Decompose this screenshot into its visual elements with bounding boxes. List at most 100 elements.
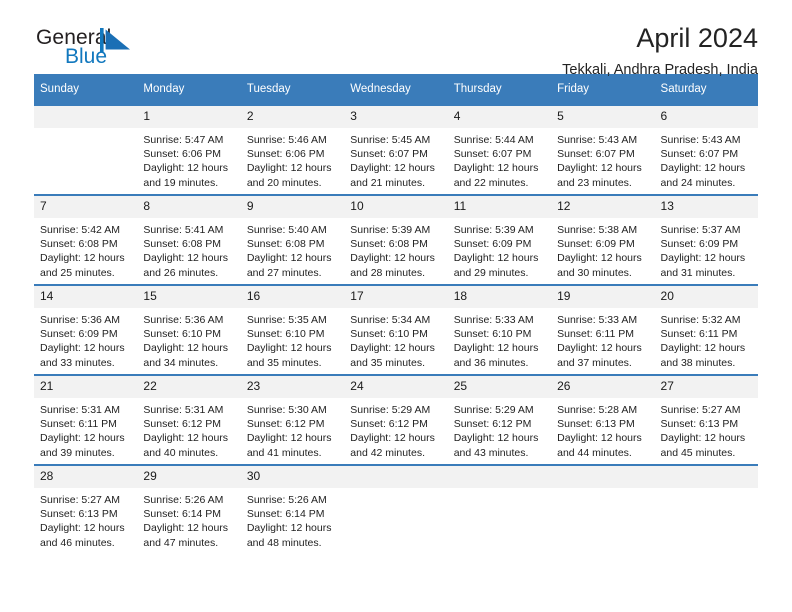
calendar-day-cell[interactable]: 24 Sunrise: 5:29 AM Sunset: 6:12 PM Dayligh… [344,374,448,465]
day-detail-line: Sunset: 6:12 PM [143,418,222,431]
day-detail-line: Daylight: 12 hours [557,432,642,445]
calendar-week-row: 14 Sunrise: 5:36 AM Sunset: 6:09 PM Dayligh… [34,284,758,375]
calendar-day-cell[interactable]: 22 Sunrise: 5:31 AM Sunset: 6:12 PM Dayligh… [137,374,241,465]
day-number: 28 [34,466,138,488]
calendar-day-cell[interactable]: 28 Sunrise: 5:27 AM Sunset: 6:13 PM Dayligh… [34,464,138,554]
calendar-day-cell[interactable]: 15 Sunrise: 5:36 AM Sunset: 6:10 PM Dayligh… [137,284,241,375]
day-detail-line: Sunset: 6:09 PM [40,328,118,341]
calendar-body: 1 Sunrise: 5:47 AM Sunset: 6:06 PM Daylight… [34,104,758,554]
day-detail-line: Daylight: 12 hours [660,342,746,355]
calendar-day-cell[interactable]: 9 Sunrise: 5:40 AM Sunset: 6:08 PM Daylight… [240,194,345,285]
day-sun-details: Sunrise: 5:39 AM Sunset: 6:08 PM Daylight:… [344,218,447,280]
calendar-day-cell[interactable]: 27 Sunrise: 5:27 AM Sunset: 6:13 PM Dayligh… [654,374,758,465]
day-sun-details: Sunrise: 5:42 AM Sunset: 6:08 PM Daylight:… [34,218,137,280]
day-detail-line: Sunset: 6:10 PM [453,328,532,341]
day-detail-line: Sunrise: 5:46 AM [246,134,327,146]
day-detail-line: Sunset: 6:06 PM [246,148,325,161]
day-detail-line: and 42 minutes. [350,446,425,459]
calendar-day-cell[interactable]: 23 Sunrise: 5:30 AM Sunset: 6:12 PM Dayligh… [240,374,345,465]
day-detail-line: Sunset: 6:09 PM [557,238,635,251]
day-detail-line: Daylight: 12 hours [40,432,125,445]
day-detail-line: Sunset: 6:10 PM [246,328,325,341]
day-detail-line: Daylight: 12 hours [143,342,229,355]
day-detail-line: Sunrise: 5:47 AM [143,134,224,146]
calendar-day-cell[interactable]: 17 Sunrise: 5:34 AM Sunset: 6:10 PM Dayligh… [344,284,448,375]
day-number: 16 [240,286,345,308]
calendar-day-cell[interactable]: 6 Sunrise: 5:43 AM Sunset: 6:07 PM Daylight… [654,104,758,195]
day-detail-line: Sunrise: 5:31 AM [40,404,120,416]
day-detail-line: Sunset: 6:14 PM [143,508,222,521]
calendar-table: Sunday Monday Tuesday Wednesday Thursday… [34,74,758,554]
day-detail-line: Sunrise: 5:26 AM [246,494,327,506]
calendar-day-cell[interactable]: 3 Sunrise: 5:45 AM Sunset: 6:07 PM Daylight… [344,104,448,195]
day-detail-line: Sunset: 6:09 PM [660,238,739,251]
day-detail-line: Daylight: 12 hours [143,162,229,175]
day-cell-inner: 25 Sunrise: 5:29 AM Sunset: 6:12 PM Dayligh… [447,376,552,464]
day-detail-line: Daylight: 12 hours [40,342,125,355]
day-detail-line: Sunset: 6:09 PM [453,238,532,251]
day-number: 13 [654,196,758,218]
calendar-day-cell[interactable]: 12 Sunrise: 5:38 AM Sunset: 6:09 PM Dayligh… [551,194,655,285]
day-sun-details: Sunrise: 5:37 AM Sunset: 6:09 PM Daylight:… [655,218,758,280]
day-number: 30 [240,466,345,488]
day-detail-line: Sunset: 6:11 PM [40,418,117,431]
calendar-day-cell[interactable]: 13 Sunrise: 5:37 AM Sunset: 6:09 PM Dayligh… [654,194,758,285]
calendar-day-cell[interactable]: 25 Sunrise: 5:29 AM Sunset: 6:12 PM Dayligh… [447,374,552,465]
day-number: 27 [654,376,758,398]
calendar-day-cell[interactable]: 18 Sunrise: 5:33 AM Sunset: 6:10 PM Dayligh… [447,284,552,375]
day-detail-line: Sunset: 6:08 PM [143,238,222,251]
day-detail-line: Daylight: 12 hours [40,522,125,535]
day-number [447,466,552,488]
calendar-day-cell[interactable]: 10 Sunrise: 5:39 AM Sunset: 6:08 PM Dayligh… [344,194,448,285]
day-cell-inner: 18 Sunrise: 5:33 AM Sunset: 6:10 PM Dayligh… [447,286,552,374]
calendar-day-cell[interactable]: 2 Sunrise: 5:46 AM Sunset: 6:06 PM Daylight… [240,104,345,195]
day-detail-line: Sunrise: 5:37 AM [660,224,741,236]
day-sun-details [655,488,758,493]
title-block: April 2024 Tekkali, Andhra Pradesh, Indi… [562,22,758,80]
day-sun-details: Sunrise: 5:31 AM Sunset: 6:11 PM Daylight:… [34,398,137,460]
day-detail-line: and 29 minutes. [453,266,529,279]
day-number: 22 [137,376,241,398]
day-number: 4 [447,106,552,128]
calendar-day-cell[interactable]: 14 Sunrise: 5:36 AM Sunset: 6:09 PM Dayligh… [34,284,138,375]
calendar-day-cell[interactable]: 21 Sunrise: 5:31 AM Sunset: 6:11 PM Dayligh… [34,374,138,465]
calendar-day-cell[interactable]: 8 Sunrise: 5:41 AM Sunset: 6:08 PM Daylight… [137,194,241,285]
day-detail-line: Daylight: 12 hours [143,522,229,535]
day-cell-inner: 7 Sunrise: 5:42 AM Sunset: 6:08 PM Daylight… [34,196,138,284]
day-detail-line: Sunset: 6:11 PM [557,328,634,341]
calendar-day-cell[interactable]: 19 Sunrise: 5:33 AM Sunset: 6:11 PM Dayligh… [551,284,655,375]
day-detail-line: and 24 minutes. [660,176,736,189]
day-detail-line: and 48 minutes. [246,536,322,549]
day-detail-line: Daylight: 12 hours [246,162,332,175]
day-detail-line: Sunrise: 5:29 AM [453,404,534,416]
day-sun-details: Sunrise: 5:34 AM Sunset: 6:10 PM Daylight:… [344,308,447,370]
general-blue-logo[interactable]: General Blue [36,26,216,74]
day-sun-details: Sunrise: 5:33 AM Sunset: 6:11 PM Daylight:… [551,308,654,370]
day-detail-line: Daylight: 12 hours [350,342,435,355]
day-detail-line: and 34 minutes. [143,356,219,369]
day-detail-line: Sunrise: 5:42 AM [40,224,120,236]
calendar-empty-cell [654,464,758,554]
calendar-day-cell[interactable]: 20 Sunrise: 5:32 AM Sunset: 6:11 PM Dayligh… [654,284,758,375]
calendar-day-cell[interactable]: 26 Sunrise: 5:28 AM Sunset: 6:13 PM Dayligh… [551,374,655,465]
calendar-day-cell[interactable]: 1 Sunrise: 5:47 AM Sunset: 6:06 PM Daylight… [137,104,241,195]
day-number: 9 [240,196,345,218]
day-detail-line: and 20 minutes. [246,176,322,189]
calendar-day-cell[interactable]: 4 Sunrise: 5:44 AM Sunset: 6:07 PM Daylight… [447,104,552,195]
calendar-day-cell[interactable]: 30 Sunrise: 5:26 AM Sunset: 6:14 PM Dayligh… [240,464,345,554]
day-number: 21 [34,376,138,398]
day-detail-line: Sunrise: 5:29 AM [350,404,431,416]
calendar-day-cell[interactable]: 11 Sunrise: 5:39 AM Sunset: 6:09 PM Dayligh… [447,194,552,285]
day-number: 10 [344,196,448,218]
day-sun-details [34,128,137,133]
calendar-day-cell[interactable]: 29 Sunrise: 5:26 AM Sunset: 6:14 PM Dayligh… [137,464,241,554]
day-detail-line: Sunset: 6:07 PM [557,148,635,161]
calendar-day-cell[interactable]: 16 Sunrise: 5:35 AM Sunset: 6:10 PM Dayligh… [240,284,345,375]
calendar-day-cell[interactable]: 7 Sunrise: 5:42 AM Sunset: 6:08 PM Daylight… [34,194,138,285]
calendar-day-cell[interactable]: 5 Sunrise: 5:43 AM Sunset: 6:07 PM Daylight… [551,104,655,195]
day-detail-line: and 47 minutes. [143,536,219,549]
day-sun-details: Sunrise: 5:26 AM Sunset: 6:14 PM Daylight:… [241,488,344,550]
day-sun-details: Sunrise: 5:31 AM Sunset: 6:12 PM Daylight:… [137,398,240,460]
weekday-header-sunday: Sunday [34,74,138,105]
day-cell-inner: 9 Sunrise: 5:40 AM Sunset: 6:08 PM Daylight… [240,196,345,284]
